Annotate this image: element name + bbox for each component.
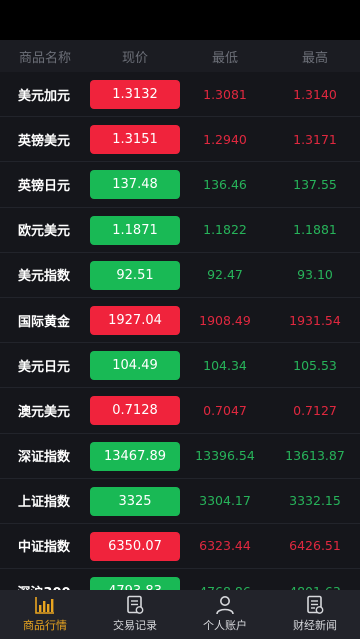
- header-name: 商品名称: [18, 50, 71, 66]
- quote-row[interactable]: 国际黄金 1927.04 1908.49 1931.54: [0, 297, 360, 344]
- current-price[interactable]: 137.48: [90, 170, 180, 200]
- low-price: 1.2940: [203, 131, 247, 147]
- document-icon: [127, 595, 144, 614]
- low-price: 0.7047: [203, 402, 247, 418]
- tab-label: 个人账户: [203, 619, 247, 632]
- product-name: 英镑日元: [17, 178, 70, 194]
- current-price[interactable]: 1.1871: [90, 215, 180, 245]
- product-name: 美元加元: [17, 88, 70, 104]
- product-name: 美元日元: [17, 359, 70, 375]
- current-price[interactable]: 104.49: [90, 351, 180, 381]
- current-price[interactable]: 1927.04: [90, 305, 180, 335]
- header-high: 最高: [301, 50, 328, 66]
- current-price[interactable]: 1.3151: [90, 125, 180, 155]
- low-price: 6323.44: [199, 538, 251, 554]
- low-price: 136.46: [203, 176, 247, 192]
- high-price: 1.3171: [293, 131, 337, 147]
- product-name: 欧元美元: [17, 224, 70, 240]
- current-price[interactable]: 0.7128: [90, 396, 180, 426]
- high-price: 3332.15: [289, 493, 341, 509]
- current-price[interactable]: 4793.83: [90, 577, 180, 590]
- quote-row[interactable]: 欧元美元 1.1871 1.1822 1.1881: [0, 207, 360, 253]
- bar-chart-icon: [35, 597, 54, 614]
- low-price: 1.1822: [203, 222, 247, 238]
- quote-row[interactable]: 美元加元 1.3132 1.3081 1.3140: [0, 72, 360, 118]
- user-icon: [216, 596, 234, 615]
- tab-label: 商品行情: [23, 619, 67, 632]
- bottom-tab-bar: 商品行情 交易记录 个人账户 财经新闻: [0, 590, 360, 639]
- high-price: 0.7127: [293, 402, 337, 418]
- current-price[interactable]: 13467.89: [90, 441, 180, 471]
- low-price: 4768.86: [180, 569, 270, 590]
- product-name: 上证指数: [17, 495, 70, 511]
- tab-trade-records[interactable]: 交易记录: [90, 590, 180, 639]
- quote-row[interactable]: 英镑日元 137.48 136.46 137.55: [0, 162, 360, 208]
- quote-list: 美元加元 1.3132 1.3081 1.3140 英镑美元 1.3151 1.2940 1.…: [0, 72, 360, 590]
- product-name: 美元指数: [17, 269, 70, 285]
- quote-row[interactable]: 上证指数 3325 3304.17 3332.15: [0, 478, 360, 524]
- quote-row[interactable]: 美元日元 104.49 104.34 105.53: [0, 343, 360, 389]
- product-name: 深沪300: [0, 569, 88, 590]
- header-price: 现价: [121, 50, 148, 66]
- low-price: 1908.49: [199, 312, 251, 328]
- low-price: 13396.54: [195, 448, 255, 464]
- low-price: 104.34: [203, 357, 247, 373]
- news-icon: [307, 595, 324, 614]
- low-price: 1.3081: [203, 86, 247, 102]
- current-price[interactable]: 3325: [90, 486, 180, 516]
- current-price[interactable]: 92.51: [90, 260, 180, 290]
- high-price: 1.1881: [293, 222, 337, 238]
- quote-row[interactable]: 深证指数 13467.89 13396.54 13613.87: [0, 433, 360, 479]
- product-name: 澳元美元: [17, 404, 70, 420]
- high-price: 1.3140: [293, 86, 337, 102]
- product-name: 英镑美元: [17, 133, 70, 149]
- high-price: 137.55: [293, 176, 337, 192]
- product-name: 国际黄金: [17, 314, 70, 330]
- tab-account[interactable]: 个人账户: [180, 590, 270, 639]
- current-price[interactable]: 6350.07: [90, 531, 180, 561]
- product-name: 中证指数: [17, 540, 70, 556]
- status-bar: [0, 0, 360, 40]
- tab-label: 交易记录: [113, 619, 157, 632]
- quote-row[interactable]: 美元指数 92.51 92.47 93.10: [0, 252, 360, 298]
- high-price: 13613.87: [285, 448, 345, 464]
- high-price: 105.53: [293, 357, 337, 373]
- low-price: 3304.17: [199, 493, 251, 509]
- quote-row[interactable]: 深沪3004793.834768.864801.63: [0, 569, 360, 590]
- quote-row[interactable]: 中证指数 6350.07 6323.44 6426.51: [0, 523, 360, 570]
- header-low: 最低: [211, 50, 238, 66]
- quote-row[interactable]: 澳元美元 0.7128 0.7047 0.7127: [0, 388, 360, 434]
- quote-row[interactable]: 英镑美元 1.3151 1.2940 1.3171: [0, 117, 360, 163]
- tab-market[interactable]: 商品行情: [0, 590, 90, 639]
- high-price: 1931.54: [289, 312, 341, 328]
- tab-news[interactable]: 财经新闻: [270, 590, 360, 639]
- high-price: 6426.51: [289, 538, 341, 554]
- product-name: 深证指数: [17, 450, 70, 466]
- low-price: 92.47: [207, 267, 243, 283]
- current-price[interactable]: 1.3132: [90, 80, 180, 109]
- high-price: 4801.63: [270, 569, 360, 590]
- high-price: 93.10: [297, 267, 333, 283]
- tab-label: 财经新闻: [293, 619, 337, 632]
- table-header: 商品名称 现价 最低 最高: [0, 40, 360, 72]
